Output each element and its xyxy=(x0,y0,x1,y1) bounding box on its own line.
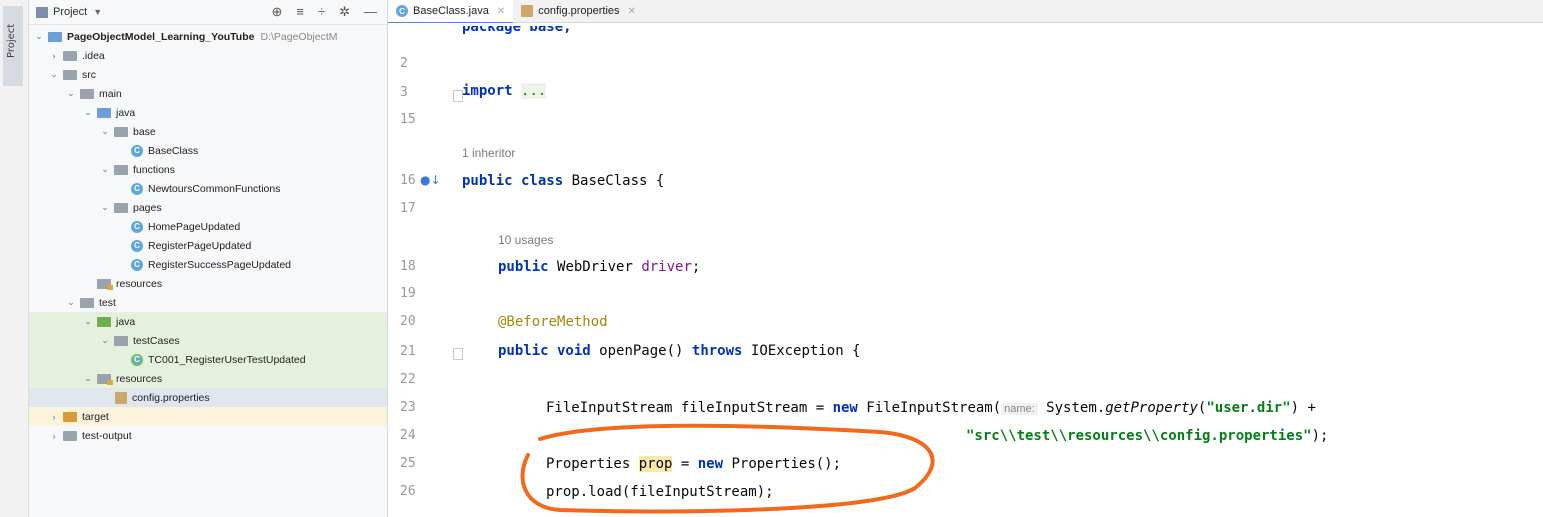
annotation-circle xyxy=(520,423,935,514)
annotation-circle-stroke xyxy=(520,423,935,514)
